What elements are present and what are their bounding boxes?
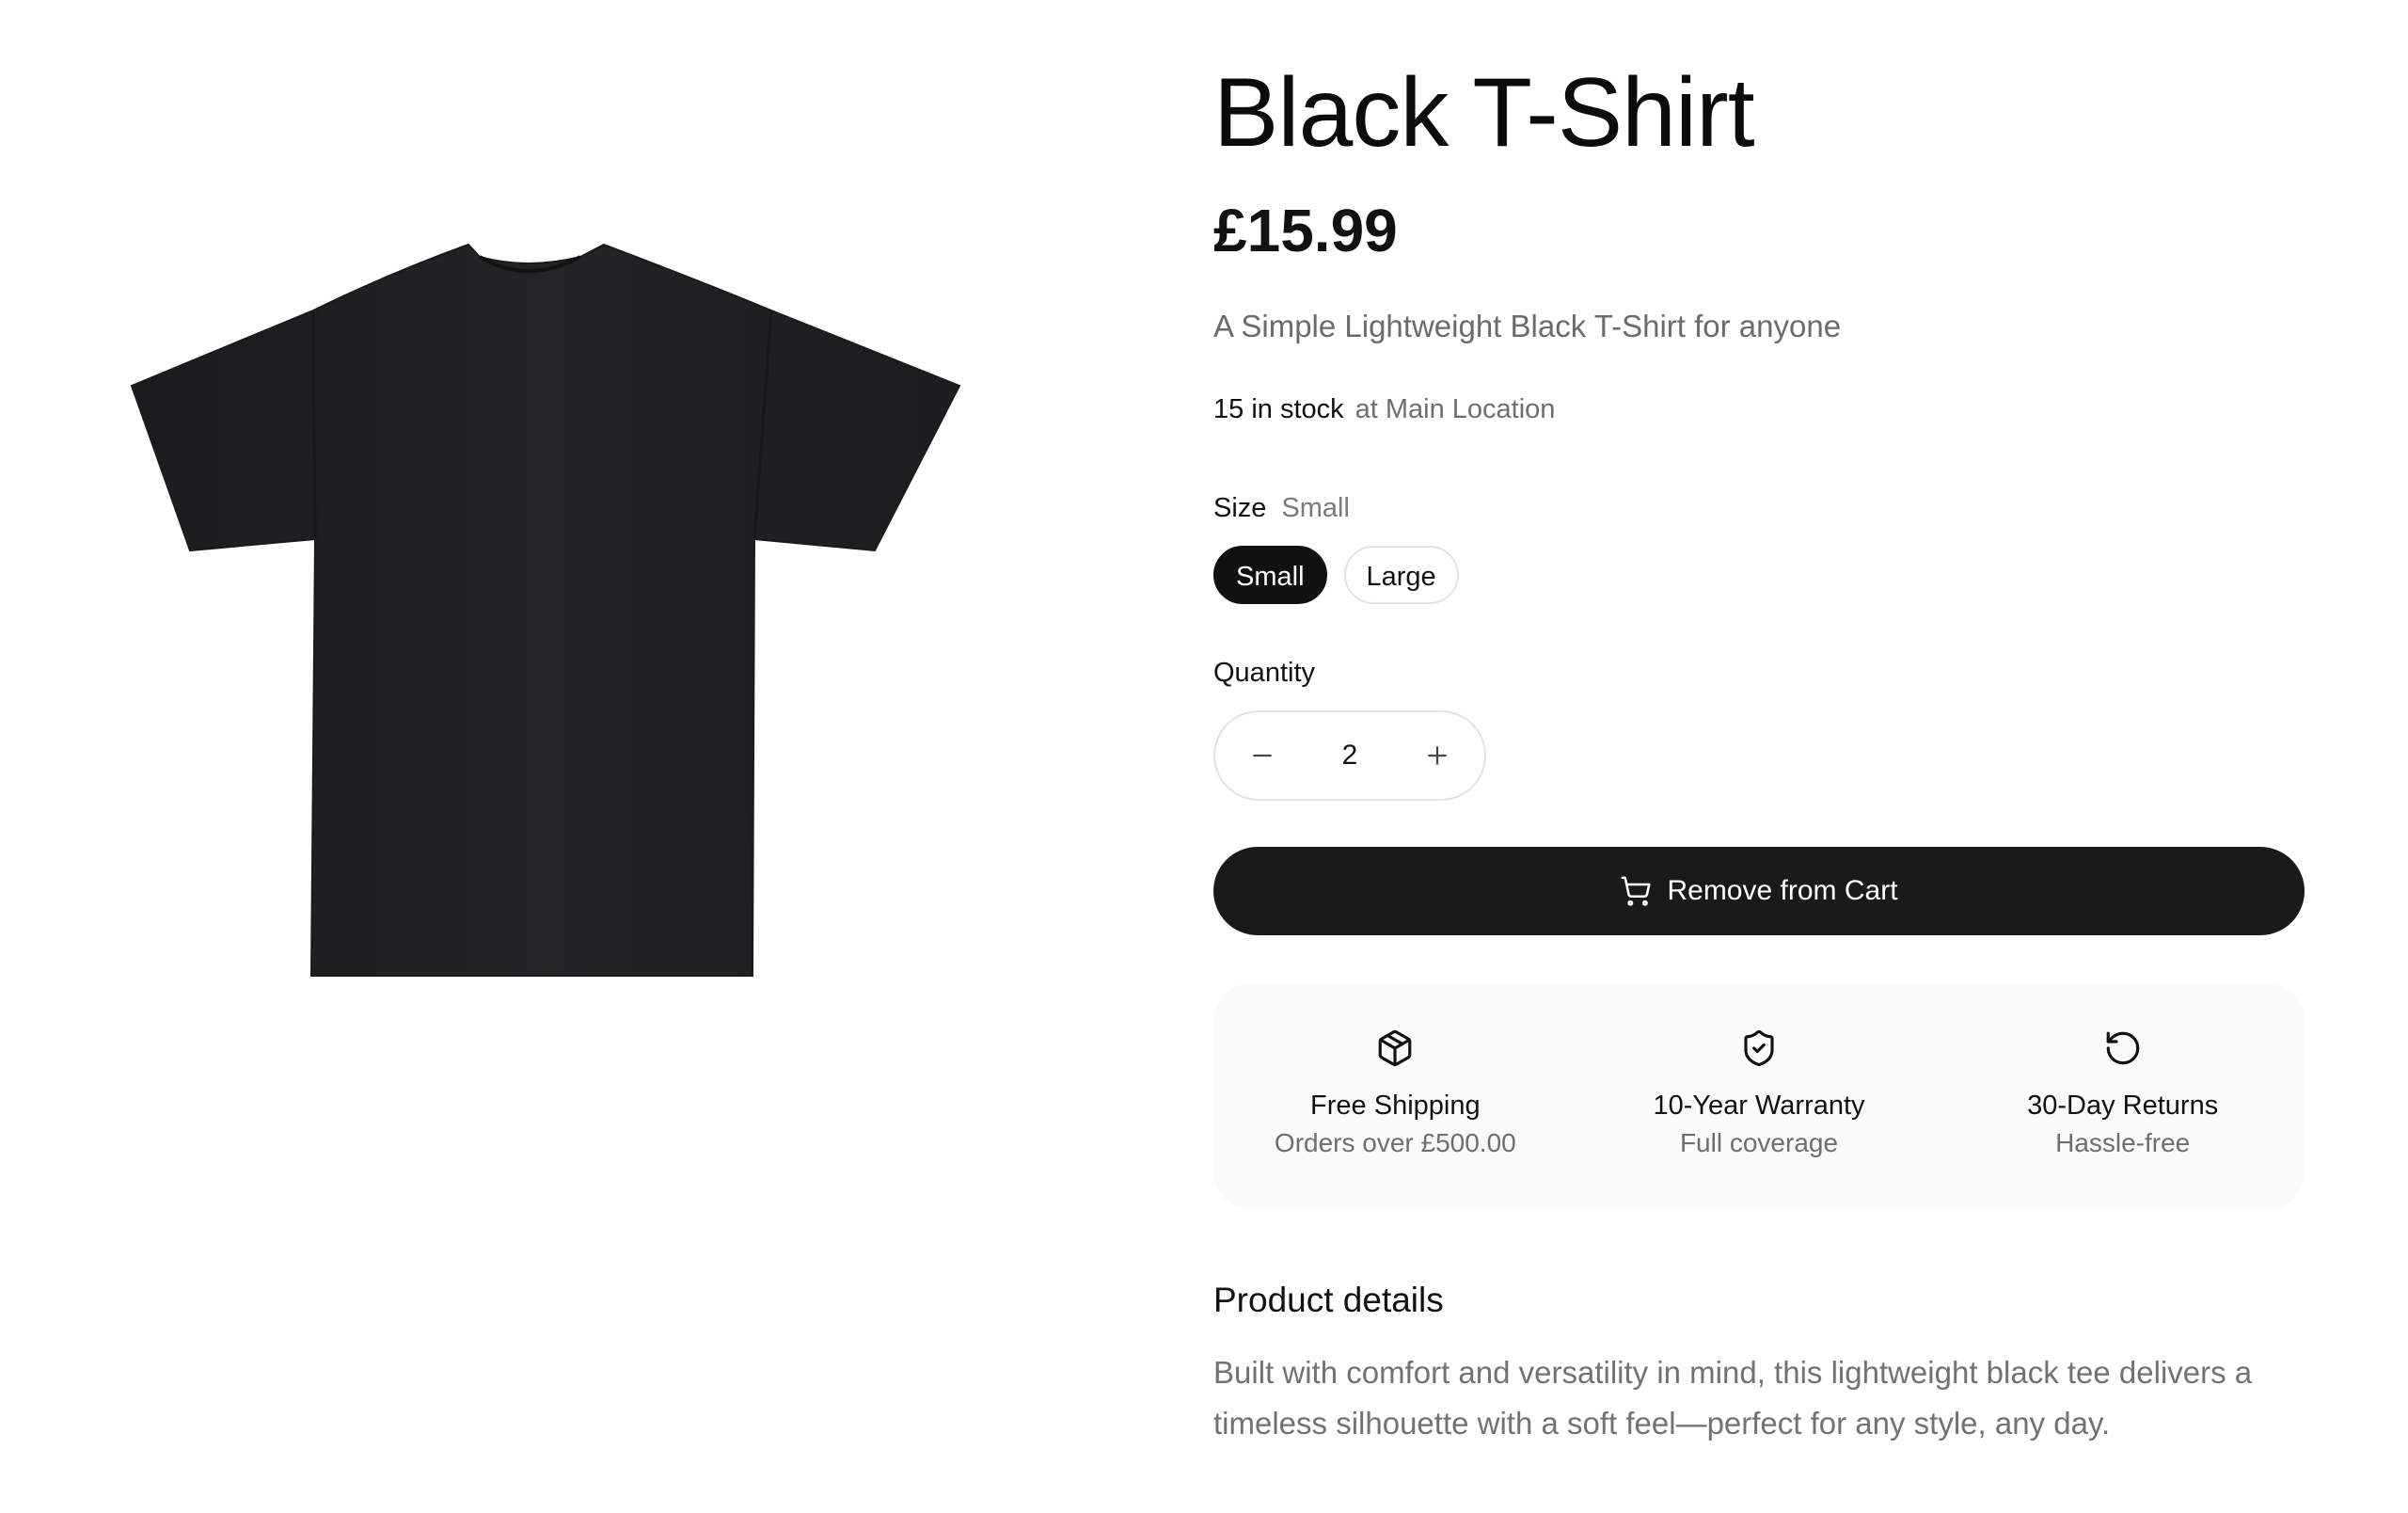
shield-check-icon xyxy=(1744,1029,1774,1067)
increase-quantity-button[interactable] xyxy=(1418,737,1456,774)
size-label: Size xyxy=(1213,493,1267,523)
product-title: Black T-Shirt xyxy=(1213,58,1755,167)
product-image-column xyxy=(0,0,1110,1513)
feature-returns: 30-Day Returns Hassle-free xyxy=(1941,983,2305,1209)
size-label-row: Size Small xyxy=(1213,489,1350,527)
quantity-label: Quantity xyxy=(1213,658,1315,688)
size-option-small[interactable]: Small xyxy=(1213,546,1327,604)
size-options: Small Large xyxy=(1213,546,1459,604)
product-price: £15.99 xyxy=(1213,197,1398,264)
remove-from-cart-button[interactable]: Remove from Cart xyxy=(1213,847,2305,935)
size-selected-value: Small xyxy=(1281,493,1350,523)
stock-location: at Main Location xyxy=(1354,394,1556,424)
product-details-text: Built with comfort and versatility in mi… xyxy=(1213,1355,2253,1441)
feature-title: 10-Year Warranty xyxy=(1653,1091,1865,1121)
feature-free-shipping: Free Shipping Orders over £500.00 xyxy=(1213,983,1577,1209)
stock-count: 15 in stock xyxy=(1213,394,1344,424)
product-details-heading: Product details xyxy=(1213,1281,1444,1319)
rotate-ccw-icon xyxy=(2106,1031,2139,1065)
minus-icon xyxy=(1253,754,1272,757)
feature-title: 30-Day Returns xyxy=(2027,1091,2219,1121)
feature-subtitle: Hassle-free xyxy=(2055,1128,2191,1157)
cart-button-label: Remove from Cart xyxy=(1667,875,1898,906)
product-image xyxy=(130,243,961,977)
decrease-quantity-button[interactable] xyxy=(1244,737,1281,774)
size-option-large[interactable]: Large xyxy=(1343,546,1459,604)
product-description: A Simple Lightweight Black T-Shirt for a… xyxy=(1213,309,1842,343)
quantity-value[interactable]: 2 xyxy=(1342,740,1358,772)
stock-info: 15 in stock at Main Location xyxy=(1213,390,1555,428)
feature-title: Free Shipping xyxy=(1310,1091,1481,1121)
package-icon xyxy=(1379,1029,1412,1067)
plus-icon xyxy=(1428,746,1447,765)
feature-warranty: 10-Year Warranty Full coverage xyxy=(1577,983,1941,1209)
quantity-stepper: 2 xyxy=(1213,710,1486,801)
feature-panel: Free Shipping Orders over £500.00 10-Yea… xyxy=(1213,983,2305,1209)
feature-subtitle: Full coverage xyxy=(1679,1128,1839,1157)
cart-icon xyxy=(1622,876,1652,906)
feature-subtitle: Orders over £500.00 xyxy=(1274,1128,1516,1157)
